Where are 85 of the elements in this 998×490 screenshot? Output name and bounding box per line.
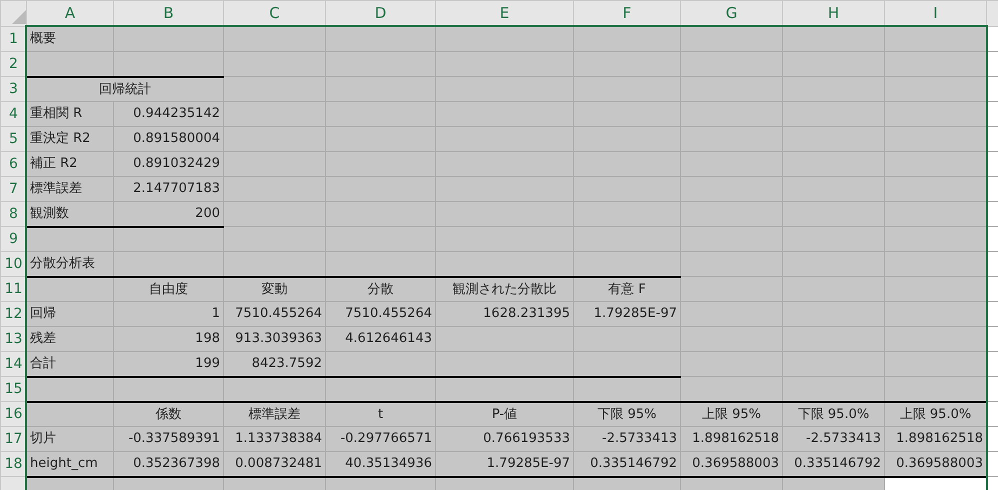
column-heading: 回帰統計 xyxy=(99,80,151,98)
column-heading: 有意 F xyxy=(608,280,646,298)
column-heading: 分散 xyxy=(368,280,394,298)
column-header[interactable]: A xyxy=(26,0,114,26)
column-heading: t xyxy=(378,406,384,424)
cell-text: 0.891032429 xyxy=(133,155,220,174)
column-heading: P-値 xyxy=(492,406,518,424)
row-header[interactable]: 10 xyxy=(0,252,26,276)
cell-text: 40.35134936 xyxy=(345,455,432,473)
cell-text: 1.133738384 xyxy=(235,430,322,448)
column-header[interactable]: D xyxy=(326,0,436,26)
cell-text: 2.147707183 xyxy=(133,180,220,198)
cell-text: 合計 xyxy=(30,355,56,373)
cell-text: 7510.455264 xyxy=(345,305,432,324)
cell-text: 0.335146792 xyxy=(794,455,881,473)
row-header[interactable]: 8 xyxy=(0,202,26,226)
row-header[interactable]: 11 xyxy=(0,276,26,302)
cell-text: 0.008732481 xyxy=(235,455,322,473)
column-heading: 自由度 xyxy=(149,280,188,298)
cell-text: 0.352367398 xyxy=(133,455,220,473)
cell-text: 1.79285E-97 xyxy=(486,455,570,473)
column-heading: 上限 95.0% xyxy=(900,406,972,424)
row-header[interactable]: 1 xyxy=(0,26,26,52)
cell-text: 1.79285E-97 xyxy=(594,305,677,324)
row-header[interactable]: 15 xyxy=(0,376,26,402)
cell-text: 913.3039363 xyxy=(235,330,322,348)
column-heading: 観測された分散比 xyxy=(452,280,556,298)
cell-text: 重決定 R2 xyxy=(30,130,90,148)
row-header[interactable]: 7 xyxy=(0,176,26,202)
row-header[interactable]: 2 xyxy=(0,52,26,76)
cell-text: 残差 xyxy=(30,330,56,348)
column-header[interactable]: H xyxy=(782,0,884,26)
column-header[interactable]: C xyxy=(224,0,326,26)
column-heading: 変動 xyxy=(262,280,288,298)
cell-text: 0.369588003 xyxy=(692,455,779,473)
cell-text: 観測数 xyxy=(30,205,69,223)
triangle-icon[interactable] xyxy=(12,10,26,24)
column-header[interactable]: E xyxy=(436,0,574,26)
row-header[interactable]: 3 xyxy=(0,76,26,102)
column-header[interactable]: I xyxy=(884,0,986,26)
row-header[interactable]: 4 xyxy=(0,102,26,126)
row-header[interactable]: 14 xyxy=(0,352,26,376)
column-heading: 下限 95% xyxy=(597,406,657,424)
column-header[interactable]: G xyxy=(680,0,782,26)
cell-text: 4.612646143 xyxy=(345,330,432,348)
cell-text: 1 xyxy=(212,305,220,324)
cell-text: 0.335146792 xyxy=(590,455,677,473)
cell-text: 1.898162518 xyxy=(692,430,779,448)
cell-text: 200 xyxy=(195,205,220,223)
cell-text: 0.891580004 xyxy=(133,130,220,148)
cell-text: -2.5733413 xyxy=(602,430,677,448)
cell-text: 概要 xyxy=(30,30,56,48)
cell-text: 198 xyxy=(195,330,220,348)
cell-text: 0.766193533 xyxy=(483,430,570,448)
cell-text: -2.5733413 xyxy=(806,430,881,448)
cell-text: 199 xyxy=(195,355,220,373)
column-header[interactable]: B xyxy=(114,0,224,26)
cell-text: 8423.7592 xyxy=(252,355,322,373)
column-heading: 下限 95.0% xyxy=(798,406,870,424)
row-header[interactable]: 16 xyxy=(0,402,26,426)
cell-text: 1.898162518 xyxy=(896,430,983,448)
cell-text: 分散分析表 xyxy=(30,255,95,273)
cell-text: 1628.231395 xyxy=(483,305,570,324)
cell-text: 0.944235142 xyxy=(133,105,220,124)
cell-text: height_cm xyxy=(30,455,98,473)
row-header[interactable]: 6 xyxy=(0,152,26,176)
cell-text: 7510.455264 xyxy=(235,305,322,324)
column-heading: 上限 95% xyxy=(702,406,762,424)
cell-text: 切片 xyxy=(30,430,56,448)
cell-text: 回帰 xyxy=(30,305,56,324)
cell-text: 0.369588003 xyxy=(896,455,983,473)
cell-text: 補正 R2 xyxy=(30,155,78,174)
column-heading: 係数 xyxy=(156,406,182,424)
column-header[interactable]: F xyxy=(574,0,680,26)
cell-text: -0.297766571 xyxy=(340,430,432,448)
row-header[interactable]: 18 xyxy=(0,452,26,476)
cell-text: -0.337589391 xyxy=(128,430,220,448)
cell-text: 標準誤差 xyxy=(30,180,82,198)
row-header[interactable]: 9 xyxy=(0,226,26,252)
row-header[interactable]: 13 xyxy=(0,326,26,352)
row-header[interactable]: 17 xyxy=(0,426,26,452)
row-header[interactable]: 5 xyxy=(0,126,26,152)
cell-text: 重相関 R xyxy=(30,105,82,124)
row-header[interactable]: 12 xyxy=(0,302,26,326)
column-heading: 標準誤差 xyxy=(248,406,300,424)
